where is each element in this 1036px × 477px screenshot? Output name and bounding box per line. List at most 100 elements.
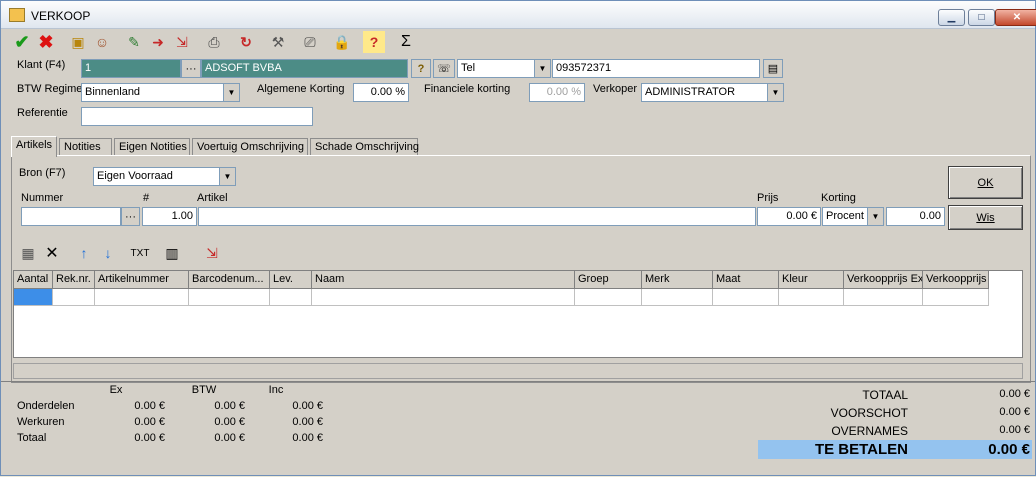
grid-status-bar	[13, 363, 1023, 379]
delete-row-icon[interactable]: ✕	[41, 242, 63, 264]
tab-notities[interactable]: Notities	[59, 138, 112, 156]
bron-select[interactable]: Eigen Voorraad ▼	[93, 167, 236, 186]
grid-cell[interactable]	[53, 289, 95, 306]
qty-label: #	[143, 192, 150, 204]
import-icon[interactable]: ⇲	[171, 31, 193, 53]
artikels-grid[interactable]: Aantal Rek.nr. Artikelnummer Barcodenum.…	[13, 270, 1023, 358]
artikel-field[interactable]	[198, 207, 756, 226]
grid-cell[interactable]	[779, 289, 844, 306]
summary-row-label: Onderdelen	[17, 400, 75, 412]
chevron-down-icon[interactable]: ▼	[219, 168, 235, 185]
algemene-korting-field[interactable]: 0.00 %	[353, 83, 409, 102]
column-header[interactable]: Merk	[642, 271, 713, 289]
column-header[interactable]: Verkoopprijs	[923, 271, 989, 289]
summary-ex: 0.00 €	[134, 432, 165, 444]
chevron-down-icon[interactable]: ▼	[223, 84, 239, 101]
column-header[interactable]: Naam	[312, 271, 575, 289]
tab-schade-omschrijving[interactable]: Schade Omschrijving	[310, 138, 419, 156]
arrow-up-icon[interactable]: ↑	[73, 242, 95, 264]
wis-button[interactable]: Wis	[948, 205, 1023, 230]
grid-cell[interactable]	[312, 289, 575, 306]
summary-btw: 0.00 €	[214, 416, 245, 428]
sum-icon[interactable]: Σ	[395, 31, 417, 53]
klant-lookup-button[interactable]: ···	[181, 59, 201, 78]
column-header[interactable]: Groep	[575, 271, 642, 289]
prijs-label: Prijs	[757, 192, 779, 204]
grid-cell[interactable]	[844, 289, 923, 306]
voorschot-label: VOORSCHOT	[830, 406, 908, 420]
grid-cell[interactable]	[713, 289, 779, 306]
grid-cell[interactable]	[923, 289, 989, 306]
confirm-check-icon[interactable]: ✔	[11, 31, 33, 53]
column-header[interactable]: Artikelnummer	[95, 271, 189, 289]
info-bulb-icon[interactable]: ?	[411, 59, 431, 78]
contact-value-field[interactable]: 093572371	[552, 59, 760, 78]
prijs-field[interactable]: 0.00 €	[757, 207, 821, 226]
verkoper-select[interactable]: ADMINISTRATOR ▼	[641, 83, 784, 102]
edit-document-icon[interactable]: ✎	[123, 31, 145, 53]
tab-voertuig-omschrijving[interactable]: Voertuig Omschrijving	[192, 138, 308, 156]
chevron-down-icon[interactable]: ▼	[867, 208, 883, 225]
arrow-down-icon[interactable]: ↓	[97, 242, 119, 264]
print-preview-icon[interactable]: ⎚	[299, 31, 321, 53]
grid-cell[interactable]	[642, 289, 713, 306]
contact-card-icon[interactable]: ▤	[763, 59, 783, 78]
klant-name-field[interactable]: ADSOFT BVBA	[201, 59, 408, 78]
lock-icon[interactable]: 🔒	[331, 31, 353, 53]
column-header[interactable]: Lev.	[270, 271, 312, 289]
grid-cell-selected[interactable]	[14, 289, 53, 306]
columns-icon[interactable]: ▥	[161, 242, 183, 264]
korting-value-field[interactable]: 0.00	[886, 207, 945, 226]
txt-button[interactable]: TXT	[127, 242, 153, 264]
summary-btw: 0.00 €	[214, 400, 245, 412]
export-rows-icon[interactable]: ⇲	[201, 242, 223, 264]
summary-inc: 0.00 €	[292, 400, 323, 412]
korting-label: Korting	[821, 192, 856, 204]
summary-header-ex: Ex	[109, 384, 123, 396]
help-icon[interactable]: ?	[363, 31, 385, 53]
export-icon[interactable]: ➜	[147, 31, 169, 53]
column-header[interactable]: Aantal	[14, 271, 53, 289]
column-header[interactable]: Rek.nr.	[53, 271, 95, 289]
korting-type-select[interactable]: Procent ▼	[822, 207, 884, 226]
edit-row-icon[interactable]: ▦	[17, 242, 39, 264]
grid-cell[interactable]	[189, 289, 270, 306]
title-bar: VERKOOP ▁ □ ✕	[1, 1, 1036, 29]
verkoper-label: Verkoper	[593, 83, 638, 95]
tab-eigen-notities[interactable]: Eigen Notities	[114, 138, 190, 156]
grid-cell[interactable]	[575, 289, 642, 306]
cancel-x-icon[interactable]: ✖	[35, 31, 57, 53]
column-header[interactable]: Verkoopprijs Ex	[844, 271, 923, 289]
chevron-down-icon[interactable]: ▼	[767, 84, 783, 101]
overnames-value: 0.00 €	[999, 424, 1030, 436]
klant-number-field[interactable]: 1	[81, 59, 181, 78]
grid-cell[interactable]	[95, 289, 189, 306]
column-header[interactable]: Kleur	[779, 271, 844, 289]
dial-icon[interactable]: ☏	[433, 59, 455, 78]
summary-row-label: Totaal	[17, 432, 47, 444]
grid-cell[interactable]	[270, 289, 312, 306]
column-header[interactable]: Maat	[713, 271, 779, 289]
nummer-field[interactable]	[21, 207, 121, 226]
tools-icon[interactable]: ⚒	[267, 31, 289, 53]
tab-artikels[interactable]: Artikels	[11, 136, 57, 157]
bron-label: Bron (F7)	[19, 167, 66, 179]
customer-icon[interactable]: ☺	[91, 31, 113, 53]
new-document-icon[interactable]: ▣	[67, 31, 89, 53]
referentie-field[interactable]	[81, 107, 313, 126]
chevron-down-icon[interactable]: ▼	[534, 60, 550, 77]
minimize-button[interactable]: ▁	[938, 9, 965, 26]
nummer-lookup-button[interactable]: ···	[121, 207, 140, 226]
column-header[interactable]: Barcodenum...	[189, 271, 270, 289]
close-button[interactable]: ✕	[995, 9, 1036, 26]
summary-row-label: Werkuren	[17, 416, 65, 428]
qty-field[interactable]: 1.00	[142, 207, 197, 226]
ok-button[interactable]: OK	[948, 166, 1023, 199]
btw-regime-select[interactable]: Binnenland ▼	[81, 83, 240, 102]
contact-type-select[interactable]: Tel ▼	[457, 59, 551, 78]
overnames-label: OVERNAMES	[831, 424, 908, 438]
klant-label: Klant (F4)	[17, 59, 66, 71]
maximize-button[interactable]: □	[968, 9, 995, 26]
printer-icon[interactable]: ⎙	[203, 31, 225, 53]
refresh-icon[interactable]: ↻	[235, 31, 257, 53]
